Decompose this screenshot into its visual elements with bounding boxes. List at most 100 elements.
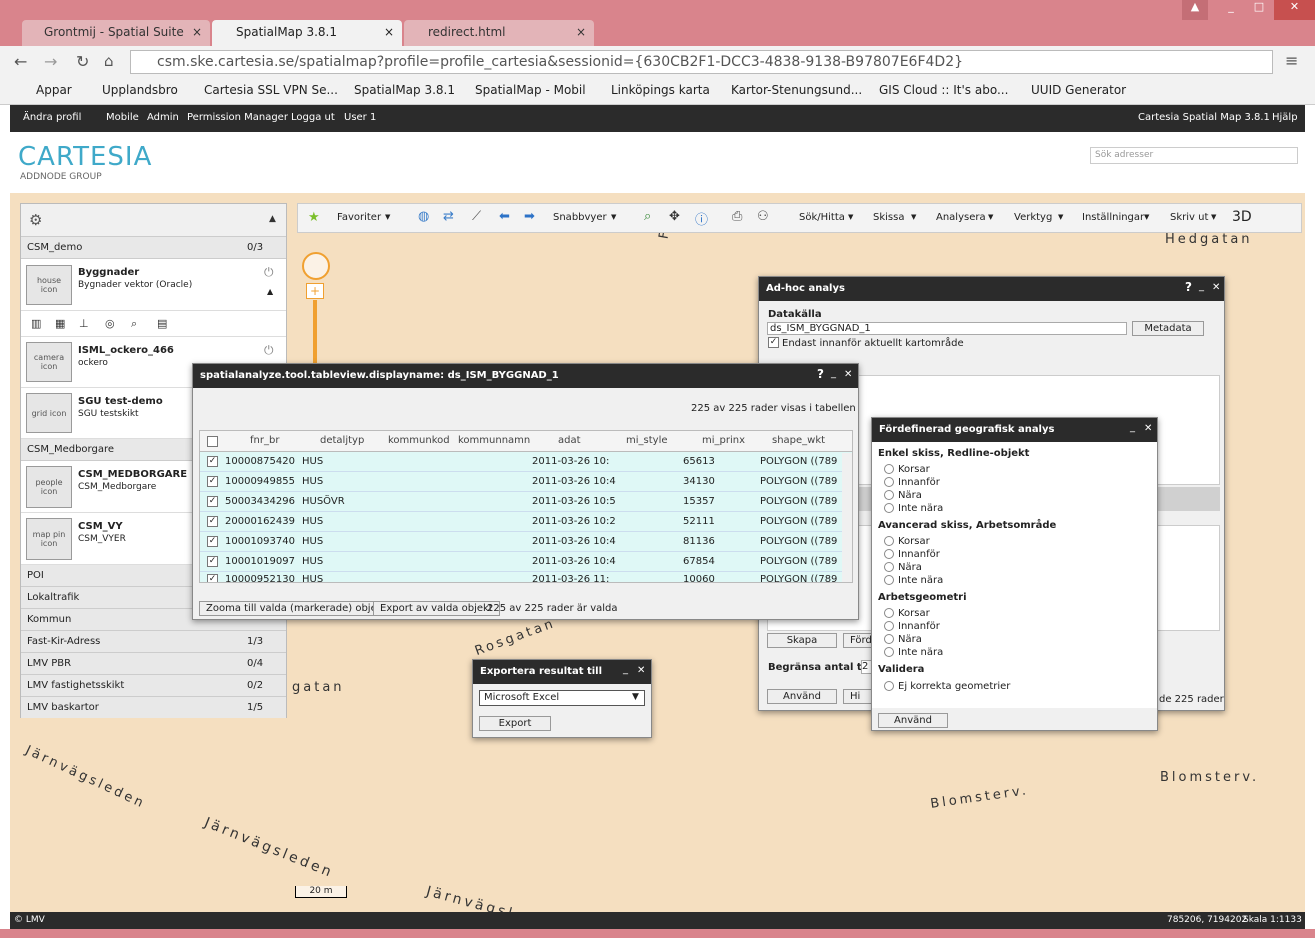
url-field[interactable]: csm.ske.cartesia.se/spatialmap?profile=p… — [130, 50, 1273, 74]
metadata-button[interactable]: Metadata — [1132, 321, 1204, 336]
measure-icon[interactable]: ⊥ — [79, 317, 89, 330]
minimize-icon[interactable]: _ — [1218, 0, 1244, 20]
layer-group[interactable]: Fast-Kir-Adress 1/3 — [21, 631, 286, 653]
close-icon[interactable]: ✕ — [637, 665, 645, 676]
radio-icon[interactable] — [884, 608, 894, 618]
close-icon[interactable]: ✕ — [1144, 423, 1152, 434]
address-search-input[interactable]: Sök adresser — [1090, 147, 1298, 164]
nav-logga-ut[interactable]: Logga ut — [291, 112, 335, 123]
column-header[interactable]: fnr_br — [250, 435, 279, 446]
menu-skissa[interactable]: Skissa — [873, 212, 904, 223]
nav-user[interactable]: User 1 — [344, 112, 376, 123]
bookmark-item[interactable]: SpatialMap 3.8.1 — [354, 83, 455, 97]
three-d-button[interactable]: 3D — [1232, 209, 1252, 225]
globe-icon[interactable]: ◍ — [418, 209, 429, 224]
radio-option[interactable]: Innanför — [884, 621, 940, 632]
radio-option[interactable]: Korsar — [884, 464, 930, 475]
table-row[interactable]: ✓ 10000949855 HUS 2011-03-26 10:4 34130 … — [200, 472, 852, 492]
help-icon[interactable]: ? — [817, 367, 824, 381]
fordefinierad-button[interactable]: Förde — [843, 633, 873, 648]
help-icon[interactable]: ? — [1185, 280, 1192, 294]
radio-icon[interactable] — [884, 647, 894, 657]
row-checkbox[interactable]: ✓ — [207, 556, 218, 567]
row-checkbox[interactable]: ✓ — [207, 476, 218, 487]
gear-icon[interactable]: ⚙ — [29, 211, 42, 229]
layer-group[interactable]: LMV PBR 0/4 — [21, 653, 286, 675]
bookmark-item[interactable]: Linköpings karta — [611, 83, 710, 97]
star-icon[interactable]: ★ — [308, 210, 320, 225]
table-row[interactable]: ✓ 20000162439 HUS 2011-03-26 10:2 52111 … — [200, 512, 852, 532]
radio-option[interactable]: Inte nära — [884, 503, 943, 514]
datakalla-field[interactable]: ds_ISM_BYGGNAD_1 — [767, 322, 1127, 335]
expand-icon[interactable]: ▲ — [267, 287, 273, 296]
table-scrollbar[interactable] — [842, 453, 852, 582]
row-checkbox[interactable]: ✓ — [207, 536, 218, 547]
radio-option[interactable]: Nära — [884, 562, 922, 573]
table-row[interactable]: ✓ 10000952130 HUS 2011-03-26 11: 10060 P… — [200, 572, 852, 582]
menu-skriv-ut[interactable]: Skriv ut — [1170, 212, 1208, 223]
hide-button[interactable]: Hi — [843, 689, 873, 704]
power-icon[interactable]: ⏻ — [264, 343, 274, 358]
print-icon[interactable]: ⎙ — [732, 209, 742, 224]
search-icon[interactable]: ⌕ — [131, 317, 137, 331]
minimize-icon[interactable]: _ — [1199, 281, 1204, 292]
bookmark-item[interactable]: Upplandsbro — [102, 83, 178, 97]
table-icon[interactable]: ▤ — [157, 317, 167, 330]
column-header[interactable]: mi_style — [626, 435, 668, 446]
filter-icon[interactable]: ◎ — [105, 317, 115, 330]
close-icon[interactable]: × — [576, 25, 586, 39]
user-icon[interactable]: ▲ — [1182, 0, 1208, 20]
radio-icon[interactable] — [884, 536, 894, 546]
menu-analysera[interactable]: Analysera — [936, 212, 986, 223]
home-icon[interactable]: ⌂ — [104, 52, 114, 70]
row-checkbox[interactable]: ✓ — [207, 456, 218, 467]
radio-icon[interactable] — [884, 575, 894, 585]
maximize-icon[interactable]: □ — [1246, 0, 1272, 20]
radio-option[interactable]: Korsar — [884, 536, 930, 547]
table-row[interactable]: ✓ 10001093740 HUS 2011-03-26 10:4 81136 … — [200, 532, 852, 552]
nav-andra-profil[interactable]: Ändra profil — [23, 112, 81, 123]
zoom-in-button[interactable]: + — [306, 283, 324, 299]
minimize-icon[interactable]: _ — [1130, 422, 1135, 433]
close-icon[interactable]: × — [192, 25, 202, 39]
chart-icon[interactable]: ▥ — [31, 317, 41, 330]
minimize-icon[interactable]: _ — [831, 368, 836, 379]
grid-icon[interactable]: ▦ — [55, 317, 65, 330]
close-icon[interactable]: × — [384, 25, 394, 39]
bookmark-item[interactable]: Appar — [36, 83, 72, 97]
nav-help[interactable]: Hjälp — [1272, 112, 1298, 123]
radio-icon[interactable] — [884, 503, 894, 513]
collapse-icon[interactable]: ▲ — [269, 214, 276, 224]
radio-option[interactable]: Innanför — [884, 477, 940, 488]
layer-item-byggnader[interactable]: house icon Byggnader Bygnader vektor (Or… — [21, 259, 286, 311]
radio-option[interactable]: Nära — [884, 634, 922, 645]
column-header[interactable]: shape_wkt — [772, 435, 825, 446]
radio-option[interactable]: Nära — [884, 490, 922, 501]
back-icon[interactable]: ← — [14, 52, 27, 71]
power-icon[interactable]: ⏻ — [264, 265, 274, 280]
bookmark-item[interactable]: Kartor-Stenungsund... — [731, 83, 862, 97]
close-window-icon[interactable]: ✕ — [1274, 0, 1315, 20]
forward-icon[interactable]: → — [44, 52, 57, 71]
menu-sok-hitta[interactable]: Sök/Hitta — [799, 212, 845, 223]
column-header[interactable]: adat — [558, 435, 581, 446]
layer-group[interactable]: CSM_demo 0/3 — [21, 237, 286, 259]
radio-icon[interactable] — [884, 464, 894, 474]
nav-mobile[interactable]: Mobile — [106, 112, 139, 123]
radio-icon[interactable] — [884, 562, 894, 572]
pan-icon[interactable]: ✥ — [669, 209, 680, 224]
radio-icon[interactable] — [884, 681, 894, 691]
users-icon[interactable]: ⚇ — [757, 209, 769, 224]
radio-icon[interactable] — [884, 621, 894, 631]
snabbvyer-menu[interactable]: Snabbvyer — [553, 212, 607, 223]
browser-tab[interactable]: redirect.html × — [404, 20, 594, 46]
export-selected-button[interactable]: Export av valda objekt — [373, 601, 500, 616]
radio-option[interactable]: Inte nära — [884, 647, 943, 658]
nav-admin[interactable]: Admin — [147, 112, 179, 123]
bookmark-item[interactable]: SpatialMap - Mobil — [475, 83, 586, 97]
column-header[interactable]: kommunnamn — [458, 435, 530, 446]
table-row[interactable]: ✓ 10001019097 HUS 2011-03-26 10:4 67854 … — [200, 552, 852, 572]
browser-tab-active[interactable]: SpatialMap 3.8.1 × — [212, 20, 402, 46]
zoom-slider[interactable] — [313, 300, 317, 364]
radio-option[interactable]: Ej korrekta geometrier — [884, 681, 1010, 692]
